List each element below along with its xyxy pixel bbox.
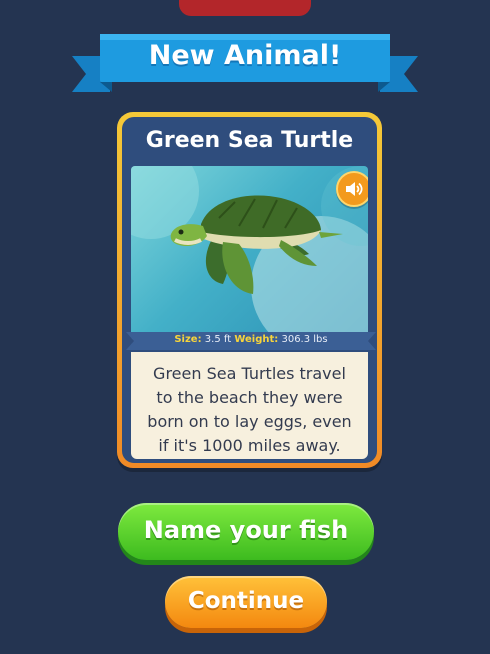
animal-name: Green Sea Turtle (145, 128, 354, 153)
new-animal-screen: New Animal! Green Sea Turtle Size: 3.5 f… (0, 0, 490, 654)
fact-line: to the beach they were (156, 388, 343, 407)
weight-value: 306.3 lbs (281, 334, 328, 345)
speaker-icon (346, 182, 363, 196)
stats-text: Size: 3.5 ft Weight: 306.3 lbs (126, 334, 376, 345)
banner-title: New Animal! (148, 40, 342, 71)
fact-line: born on to lay eggs, even (147, 412, 352, 431)
fact-box: Green Sea Turtles travel to the beach th… (131, 352, 368, 459)
animal-illustration (131, 166, 368, 340)
new-animal-banner: New Animal! (70, 30, 420, 100)
weight-label: Weight: (234, 334, 279, 345)
animal-card: Green Sea Turtle Size: 3.5 ft Weight: 30… (117, 112, 382, 468)
continue-button[interactable]: Continue (165, 576, 327, 628)
size-label: Size: (174, 334, 202, 345)
sound-button[interactable] (336, 171, 368, 207)
stats-ribbon: Size: 3.5 ft Weight: 306.3 lbs (126, 330, 376, 352)
name-your-fish-button[interactable]: Name your fish (118, 503, 374, 560)
fact-line: Green Sea Turtles travel (153, 364, 346, 383)
top-tab (179, 0, 311, 16)
fact-line: if it's 1000 miles away. (158, 436, 341, 455)
size-value: 3.5 ft (204, 334, 232, 345)
card-body: Green Sea Turtle Size: 3.5 ft Weight: 30… (122, 117, 377, 463)
fact-text: Green Sea Turtles travel to the beach th… (139, 362, 360, 458)
